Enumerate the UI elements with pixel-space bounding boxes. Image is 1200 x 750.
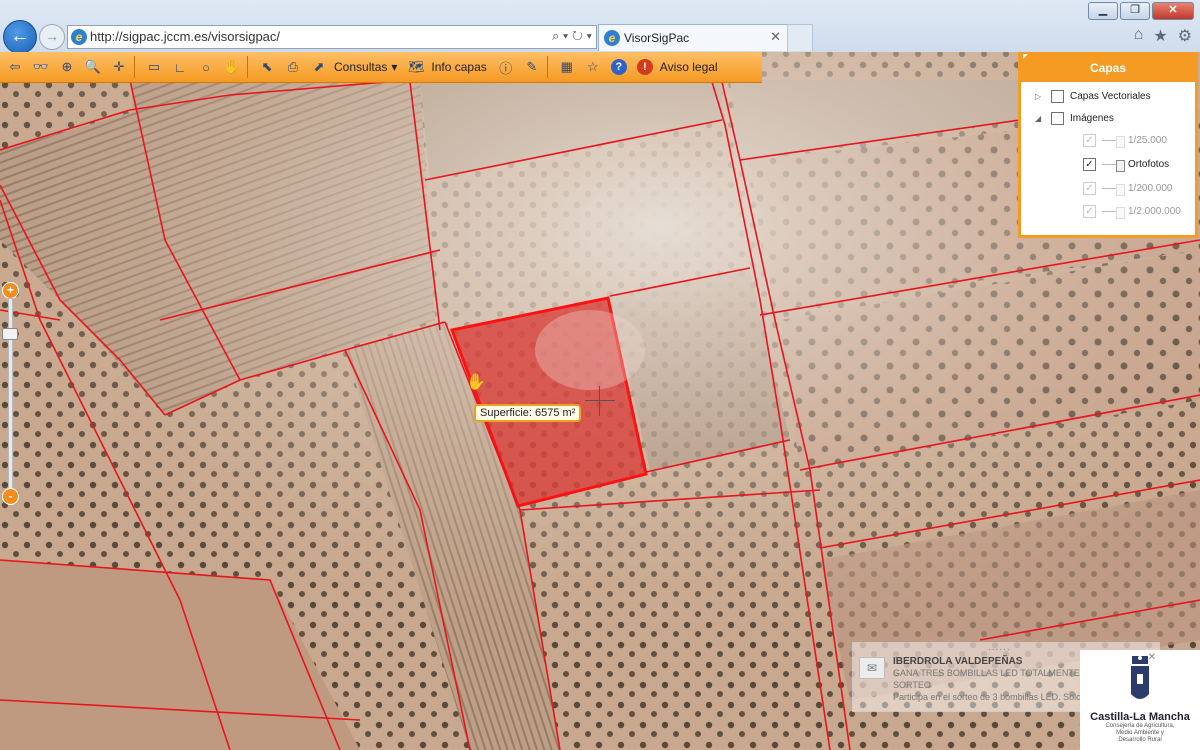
consultas-menu[interactable]: Consultas <box>334 60 387 74</box>
area-measurement-label: Superficie: 6575 m² <box>474 404 582 422</box>
checkbox-checked[interactable]: ✓ <box>1083 158 1096 171</box>
toolbar-divider <box>247 56 248 78</box>
settings-gear-icon[interactable]: ⚙ <box>1178 26 1192 46</box>
layers-info-icon[interactable]: 🗺 <box>405 56 427 78</box>
aviso-legal-link[interactable]: Aviso legal <box>660 60 718 74</box>
close-window-button[interactable]: ✕ <box>1152 2 1194 20</box>
ad-title: IBERDROLA VALDEPEÑAS <box>893 656 1023 667</box>
search-refresh-icons[interactable]: ⌕ ▾ ↻ ▾ <box>552 28 592 44</box>
ad-line: SORTEO <box>893 680 931 690</box>
ruler-icon[interactable]: ▭ <box>143 56 165 78</box>
checkbox-disabled: ✓ <box>1083 134 1096 147</box>
layer-label: Imágenes <box>1070 113 1114 124</box>
browser-chrome: ← → e http://sigpac.jccm.es/visorsigpac/… <box>0 0 1200 54</box>
ie-tab-icon: e <box>604 30 620 46</box>
zoom-thumb[interactable] <box>2 328 18 340</box>
grid-icon[interactable]: ▦ <box>556 56 578 78</box>
close-icon[interactable]: ✕ <box>1148 652 1156 663</box>
layer-label: 1/25.000 <box>1128 135 1167 146</box>
home-icon[interactable]: ⌂ <box>1134 26 1144 46</box>
castilla-la-mancha-logo: ✕ Castilla-La Mancha Consejería de Agric… <box>1080 650 1200 750</box>
edit-icon[interactable]: ✎ <box>521 56 543 78</box>
new-tab-button[interactable] <box>787 24 813 51</box>
checkbox[interactable] <box>1051 90 1064 103</box>
select-cursor-icon[interactable]: ⬉ <box>256 56 278 78</box>
angle-measure-icon[interactable]: ∟ <box>169 56 191 78</box>
layer-1-2000000: ✓ 1/2.000.000 <box>1077 205 1181 219</box>
layer-label: Ortofotos <box>1128 159 1170 170</box>
zoom-out-button[interactable]: - <box>2 488 19 505</box>
layer-imagenes[interactable]: ◢ Imágenes <box>1035 112 1114 125</box>
layer-capas-vectoriales[interactable]: ▷ Capas Vectoriales <box>1035 90 1151 103</box>
info-capas-button[interactable]: Info capas <box>431 60 486 74</box>
magnifier-icon[interactable]: 🔍 <box>82 56 104 78</box>
checkbox[interactable] <box>1051 112 1064 125</box>
mail-icon: ✉ <box>859 657 885 679</box>
warning-icon[interactable]: ! <box>634 56 656 78</box>
brand-subtitle: Medio Ambiente y <box>1116 730 1164 736</box>
brand-subtitle: Desarrollo Rural <box>1118 737 1162 743</box>
collapse-triangle-icon[interactable]: ◢ <box>1035 114 1045 123</box>
address-bar[interactable]: e http://sigpac.jccm.es/visorsigpac/ ⌕ ▾… <box>67 25 597 49</box>
layers-title: Capas <box>1089 61 1127 75</box>
hand-cursor-icon: ✋ <box>466 374 486 391</box>
forward-arrow-icon[interactable]: → <box>39 24 65 50</box>
tab-title: VisorSigPac <box>624 31 690 45</box>
tab-visorsigpac[interactable]: e VisorSigPac ✕ <box>598 24 788 51</box>
checkbox-disabled: ✓ <box>1083 205 1096 218</box>
url-text[interactable]: http://sigpac.jccm.es/visorsigpac/ <box>90 29 280 44</box>
layer-label: Capas Vectoriales <box>1070 91 1151 102</box>
opacity-slider[interactable] <box>1102 159 1125 172</box>
restore-button[interactable]: ❐ <box>1120 2 1150 20</box>
arrow-left-icon[interactable]: ⇦ <box>4 56 26 78</box>
star-icon[interactable]: ☆ <box>582 56 604 78</box>
binoculars-icon[interactable]: 👓 <box>30 56 52 78</box>
minimize-button[interactable]: ▁ <box>1088 2 1118 20</box>
checkbox-disabled: ✓ <box>1083 182 1096 195</box>
map-toolbar: ⇦ 👓 ⊕ 🔍 ✛ ▭ ∟ ○ ✋ ⬉ ⎙ ⬈ Consultas ▾ 🗺 In… <box>0 52 762 83</box>
toolbar-divider <box>134 56 135 78</box>
tab-close-icon[interactable]: ✕ <box>770 29 781 45</box>
layer-1-200000: ✓ 1/200.000 <box>1077 182 1173 196</box>
hand-pan-icon[interactable]: ✋ <box>221 56 243 78</box>
zoom-track[interactable] <box>8 298 13 490</box>
layer-ortofotos[interactable]: ✓ Ortofotos <box>1077 158 1170 172</box>
opacity-slider <box>1102 183 1125 196</box>
window-controls: ▁ ❐ ✕ <box>1088 2 1194 20</box>
brand-subtitle: Consejería de Agricultura, <box>1105 723 1175 729</box>
layer-label: 1/2.000.000 <box>1128 206 1181 217</box>
expand-triangle-icon[interactable]: ▷ <box>1035 92 1045 101</box>
print-icon[interactable]: ⎙ <box>282 56 304 78</box>
chevron-down-icon[interactable]: ▾ <box>391 60 397 74</box>
ad-line: Participa en el sorteo de 3 bombillas LE… <box>893 692 1100 702</box>
collapse-corner-icon[interactable] <box>1023 54 1028 59</box>
back-arrow-icon[interactable]: ← <box>3 20 37 54</box>
info-icon[interactable]: ⓘ <box>495 56 517 78</box>
brand-name: Castilla-La Mancha <box>1090 711 1190 723</box>
drag-handle[interactable]: ...... <box>988 642 1011 653</box>
crosshair-cursor-icon <box>585 386 615 416</box>
help-icon[interactable]: ? <box>608 56 630 78</box>
opacity-slider <box>1102 135 1125 148</box>
zoom-slider[interactable]: + - <box>0 282 20 505</box>
crosshair-pan-icon[interactable]: ✛ <box>108 56 130 78</box>
browser-tools: ⌂ ★ ⚙ <box>1134 26 1192 46</box>
zoom-in-button[interactable]: + <box>2 282 19 299</box>
layer-1-25000: ✓ 1/25.000 <box>1077 134 1167 148</box>
opacity-slider <box>1102 206 1125 219</box>
circle-tool-icon[interactable]: ○ <box>195 56 217 78</box>
ie-page-icon: e <box>71 29 87 45</box>
query-cursor-icon[interactable]: ⬈ <box>308 56 330 78</box>
zoom-extent-icon[interactable]: ⊕ <box>56 56 78 78</box>
favorites-star-icon[interactable]: ★ <box>1153 26 1167 46</box>
layers-panel: Capas ▷ Capas Vectoriales ◢ Imágenes ✓ 1… <box>1018 52 1198 238</box>
toolbar-divider <box>546 56 548 78</box>
layer-label: 1/200.000 <box>1128 183 1173 194</box>
layers-panel-header[interactable]: Capas <box>1021 52 1195 82</box>
